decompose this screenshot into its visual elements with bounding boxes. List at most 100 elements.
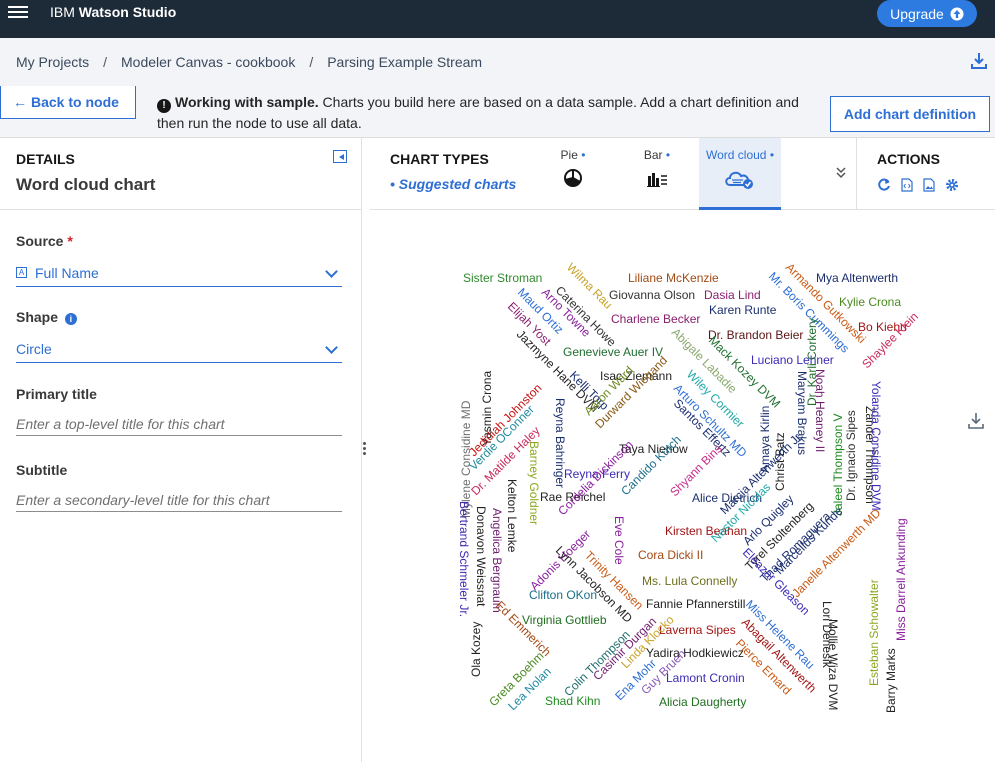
source-select[interactable]: A Full Name	[16, 259, 342, 287]
info-icon: !	[157, 99, 171, 113]
word-cloud-word: Sister Stroman	[463, 271, 542, 285]
primary-title-field: Primary title	[16, 386, 342, 436]
primary-title-label: Primary title	[16, 386, 97, 402]
suggested-dot: •	[665, 148, 671, 162]
code-icon[interactable]	[901, 178, 913, 192]
word-cloud-label-text: Word cloud	[705, 148, 767, 162]
word-cloud-word: Shaylee Klein	[859, 309, 921, 371]
source-label: Source *	[16, 233, 342, 249]
breadcrumb-separator: /	[309, 54, 314, 70]
subtitle-field: Subtitle	[16, 462, 342, 512]
word-cloud-word: Angelica Bergnaum	[490, 508, 504, 613]
chevron-down-icon	[325, 265, 338, 278]
breadcrumb-my-projects[interactable]: My Projects	[16, 54, 89, 70]
word-cloud-word: Liliane McKenzie	[628, 271, 719, 285]
download-icon[interactable]	[971, 52, 987, 70]
menu-icon[interactable]	[8, 6, 28, 24]
word-cloud-word: Dr. Ignacio Sipes	[844, 410, 858, 501]
chart-type-bar[interactable]: Bar •	[617, 148, 697, 188]
details-chart-title: Word cloud chart	[16, 175, 156, 194]
source-label-text: Source	[16, 233, 64, 249]
word-cloud-word: Ms. Lula Connelly	[642, 574, 737, 588]
shape-label: Shape i	[16, 309, 342, 325]
word-cloud-word: Shad Kihn	[545, 694, 600, 708]
word-cloud-word: Genevieve Auer IV	[563, 345, 663, 359]
word-cloud-word: Mollie Wiza DVM	[826, 619, 840, 710]
subtitle-input[interactable]	[16, 488, 342, 512]
details-header: DETAILS Word cloud chart	[0, 138, 361, 210]
actions-icons	[877, 178, 959, 192]
word-cloud-word: Kelton Lemke	[505, 479, 519, 553]
suggested-dot: •	[769, 148, 775, 162]
word-cloud-word: Esteban Schowalter	[867, 579, 881, 686]
refresh-icon[interactable]	[877, 178, 891, 192]
word-cloud-word: Barry Marks	[884, 648, 898, 713]
shape-value: Circle	[16, 340, 52, 357]
back-arrow-icon: ←	[13, 94, 27, 110]
word-cloud-word: Jaleel Thompson V	[831, 413, 845, 516]
word-cloud-word: Yolanda Considine DVM	[869, 381, 883, 511]
word-cloud-word: Dr. Karli Corkery	[805, 318, 819, 406]
word-cloud-word: Charlene Becker	[611, 312, 700, 326]
subtitle-label: Subtitle	[16, 462, 68, 478]
back-to-node-label: Back to node	[31, 94, 119, 110]
word-cloud-word: Alicia Daugherty	[659, 695, 746, 709]
pie-label-text: Pie	[560, 148, 578, 162]
word-cloud-word: Miss Darrell Ankunding	[894, 518, 908, 641]
brand-product: Watson Studio	[78, 4, 177, 20]
chart-type-word-cloud[interactable]: Word cloud •	[699, 138, 781, 210]
word-cloud-word: Barney Goldner	[527, 441, 541, 525]
breadcrumb-separator: /	[103, 54, 108, 70]
suggested-charts-link[interactable]: • Suggested charts	[390, 176, 516, 192]
word-cloud-word: Clifton OKon	[529, 588, 597, 602]
word-cloud-word: Fannie Pfannerstill	[646, 597, 745, 611]
shape-field: Shape i Circle	[16, 309, 342, 363]
word-cloud-word: Kylie Crona	[839, 295, 901, 309]
info-icon[interactable]: i	[64, 313, 77, 325]
expand-chart-types-icon[interactable]	[836, 166, 846, 180]
suggested-dot: •	[581, 148, 586, 162]
chevron-down-icon	[325, 341, 338, 354]
sample-notice-bar: ← Back to node ! Working with sample. Cha…	[0, 86, 995, 138]
panel-resize-handle[interactable]	[363, 440, 367, 464]
shape-select[interactable]: Circle	[16, 335, 342, 363]
word-cloud-word: Dasia Lind	[704, 288, 761, 302]
upgrade-arrow-icon	[950, 7, 964, 20]
word-cloud-word: Ola Kozey	[469, 622, 483, 677]
bar-label-text: Bar	[643, 148, 663, 162]
chart-canvas: Sister Stroman Wilma Rau Liliane McKenzie A…	[370, 211, 995, 762]
sample-message: ! Working with sample. Charts you build h…	[157, 92, 817, 133]
word-cloud-word: Ed Emmerich	[493, 598, 554, 659]
breadcrumb-project[interactable]: Modeler Canvas - cookbook	[121, 54, 295, 70]
shape-label-text: Shape	[16, 309, 59, 325]
primary-title-input[interactable]	[16, 412, 342, 436]
word-cloud-word: Luciano Lehner	[751, 353, 834, 367]
word-cloud-word: Karen Runte	[709, 303, 777, 317]
required-marker: *	[67, 233, 73, 249]
word-cloud: Sister Stroman Wilma Rau Liliane McKenzie A…	[457, 260, 921, 713]
actions-label: ACTIONS	[877, 151, 940, 167]
actions-section: ACTIONS	[856, 138, 995, 210]
bar-chart-icon	[647, 173, 667, 187]
sample-message-bold: Working with sample.	[175, 94, 319, 110]
download-chart-icon[interactable]	[968, 412, 984, 430]
collapse-panel-icon[interactable]	[333, 150, 347, 163]
word-cloud-word: Cora Dicki II	[638, 548, 703, 562]
chart-types-label: CHART TYPES	[390, 151, 489, 167]
chart-types-bar: CHART TYPES • Suggested charts Pie • Bar…	[370, 138, 995, 210]
word-cloud-word: Lamont Cronin	[666, 671, 745, 685]
word-cloud-word: Yadira Hodkiewicz	[646, 646, 744, 660]
source-field: Source * A Full Name	[16, 233, 342, 287]
add-chart-definition-button[interactable]: Add chart definition	[830, 96, 990, 132]
upgrade-button[interactable]: Upgrade	[877, 0, 977, 27]
settings-icon[interactable]	[945, 178, 959, 192]
word-cloud-word: Bertrand Schmeler Jr.	[457, 501, 471, 617]
word-cloud-word: Mya Altenwerth	[816, 271, 898, 285]
details-panel: DETAILS Word cloud chart Source * A Full…	[0, 138, 362, 762]
brand-name[interactable]: IBM Watson Studio	[50, 4, 176, 20]
image-icon[interactable]	[923, 178, 935, 192]
chart-type-pie[interactable]: Pie •	[533, 148, 613, 188]
brand-ibm: IBM	[50, 4, 75, 20]
back-to-node-button[interactable]: ← Back to node	[0, 86, 136, 119]
word-cloud-icon	[725, 171, 753, 189]
